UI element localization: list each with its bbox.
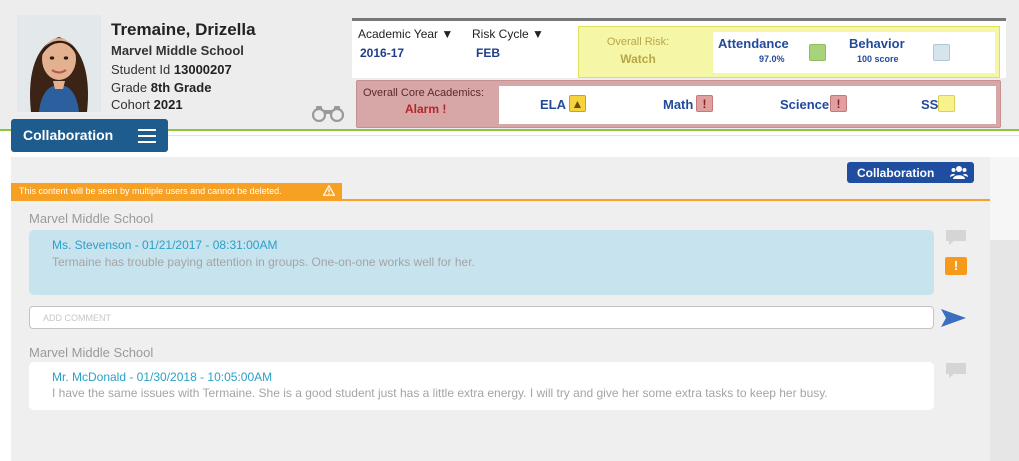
- reply-bubble-icon[interactable]: [945, 229, 967, 247]
- student-id: Student Id 13000207: [111, 62, 232, 77]
- warning-text: This content will be seen by multiple us…: [19, 186, 282, 196]
- comment-author: Mr. McDonald - 01/30/2018 - 10:05:00AM: [52, 370, 273, 384]
- attendance-status-indicator: [809, 44, 826, 61]
- send-icon[interactable]: [940, 307, 967, 329]
- warning-triangle-icon: [323, 185, 335, 196]
- comment-card[interactable]: Mr. McDonald - 01/30/2018 - 10:05:00AM I…: [29, 362, 934, 410]
- student-cohort-label: Cohort: [111, 97, 154, 112]
- collaboration-tab-label: Collaboration: [23, 127, 114, 143]
- add-comment-input[interactable]: [29, 306, 934, 329]
- behavior-value: 100 score: [857, 54, 899, 64]
- attendance-label: Attendance: [718, 36, 789, 51]
- math-alert-icon[interactable]: !: [696, 95, 713, 112]
- core-subjects: ELA ▲ Math ! Science ! SS: [499, 86, 996, 124]
- core-academics-value: Alarm !: [405, 102, 447, 116]
- collaboration-tab[interactable]: Collaboration: [11, 119, 168, 152]
- student-id-value: 13000207: [173, 62, 232, 77]
- student-grade: Grade 8th Grade: [111, 80, 211, 95]
- academic-year-dropdown[interactable]: Academic Year ▼: [358, 27, 453, 41]
- behavior-status-indicator: [933, 44, 950, 61]
- subject-ela-label: ELA: [540, 97, 566, 112]
- ss-status-indicator[interactable]: [938, 95, 955, 112]
- student-cohort-value: 2021: [153, 97, 183, 112]
- shared-content-warning: This content will be seen by multiple us…: [11, 183, 342, 199]
- comment-school-header: Marvel Middle School: [29, 211, 154, 226]
- comment-text: I have the same issues with Termaine. Sh…: [52, 386, 828, 400]
- core-academics-panel: Overall Core Academics: Alarm ! ELA ▲ Ma…: [356, 80, 1001, 128]
- hamburger-menu-icon[interactable]: [138, 129, 156, 143]
- risk-cycle-value: FEB: [476, 46, 500, 60]
- student-id-label: Student Id: [111, 62, 174, 77]
- academic-year-value: 2016-17: [360, 46, 405, 60]
- student-cohort: Cohort 2021: [111, 97, 183, 112]
- subject-science-label: Science: [780, 97, 830, 112]
- risk-indicators: Attendance 97.0% Behavior 100 score: [713, 32, 995, 73]
- comment-card[interactable]: Ms. Stevenson - 01/21/2017 - 08:31:00AM …: [29, 230, 934, 295]
- core-academics-label: Overall Core Academics:: [363, 87, 485, 99]
- student-photo: [17, 15, 101, 112]
- student-profile-page: Tremaine, Drizella Marvel Middle School …: [0, 0, 1019, 461]
- collaboration-button[interactable]: Collaboration: [847, 162, 974, 183]
- binoculars-icon[interactable]: [310, 104, 346, 122]
- student-header: Tremaine, Drizella Marvel Middle School …: [0, 0, 1019, 131]
- scrollbar-thumb[interactable]: [990, 157, 1019, 240]
- student-grade-label: Grade: [111, 80, 151, 95]
- comment-school-header: Marvel Middle School: [29, 345, 154, 360]
- student-grade-value: 8th Grade: [150, 80, 212, 95]
- ela-warning-icon[interactable]: ▲: [569, 95, 586, 112]
- warning-divider: [11, 199, 990, 201]
- subject-ss-label: SS: [921, 97, 939, 112]
- overall-risk-box: Overall Risk: Watch Attendance 97.0% Beh…: [578, 26, 1000, 78]
- tab-subbar: [168, 135, 1019, 157]
- subject-math-label: Math: [663, 97, 694, 112]
- overall-risk-label: Overall Risk:: [606, 36, 670, 48]
- risk-cycle-dropdown[interactable]: Risk Cycle ▼: [472, 27, 544, 41]
- collaboration-button-label: Collaboration: [857, 166, 935, 180]
- comment-author: Ms. Stevenson - 01/21/2017 - 08:31:00AM: [52, 238, 278, 252]
- student-school: Marvel Middle School: [111, 43, 244, 58]
- comment-text: Termaine has trouble paying attention in…: [52, 255, 475, 269]
- behavior-label: Behavior: [849, 36, 905, 51]
- users-group-icon: [950, 166, 968, 179]
- science-alert-icon[interactable]: !: [830, 95, 847, 112]
- attendance-value: 97.0%: [759, 54, 785, 64]
- reply-bubble-icon[interactable]: [945, 362, 967, 380]
- student-name: Tremaine, Drizella: [111, 20, 256, 39]
- flag-alert-icon[interactable]: !: [945, 257, 967, 275]
- overall-risk-value: Watch: [620, 52, 656, 66]
- risk-summary-panel: Academic Year ▼ 2016-17 Risk Cycle ▼ FEB…: [352, 18, 1006, 78]
